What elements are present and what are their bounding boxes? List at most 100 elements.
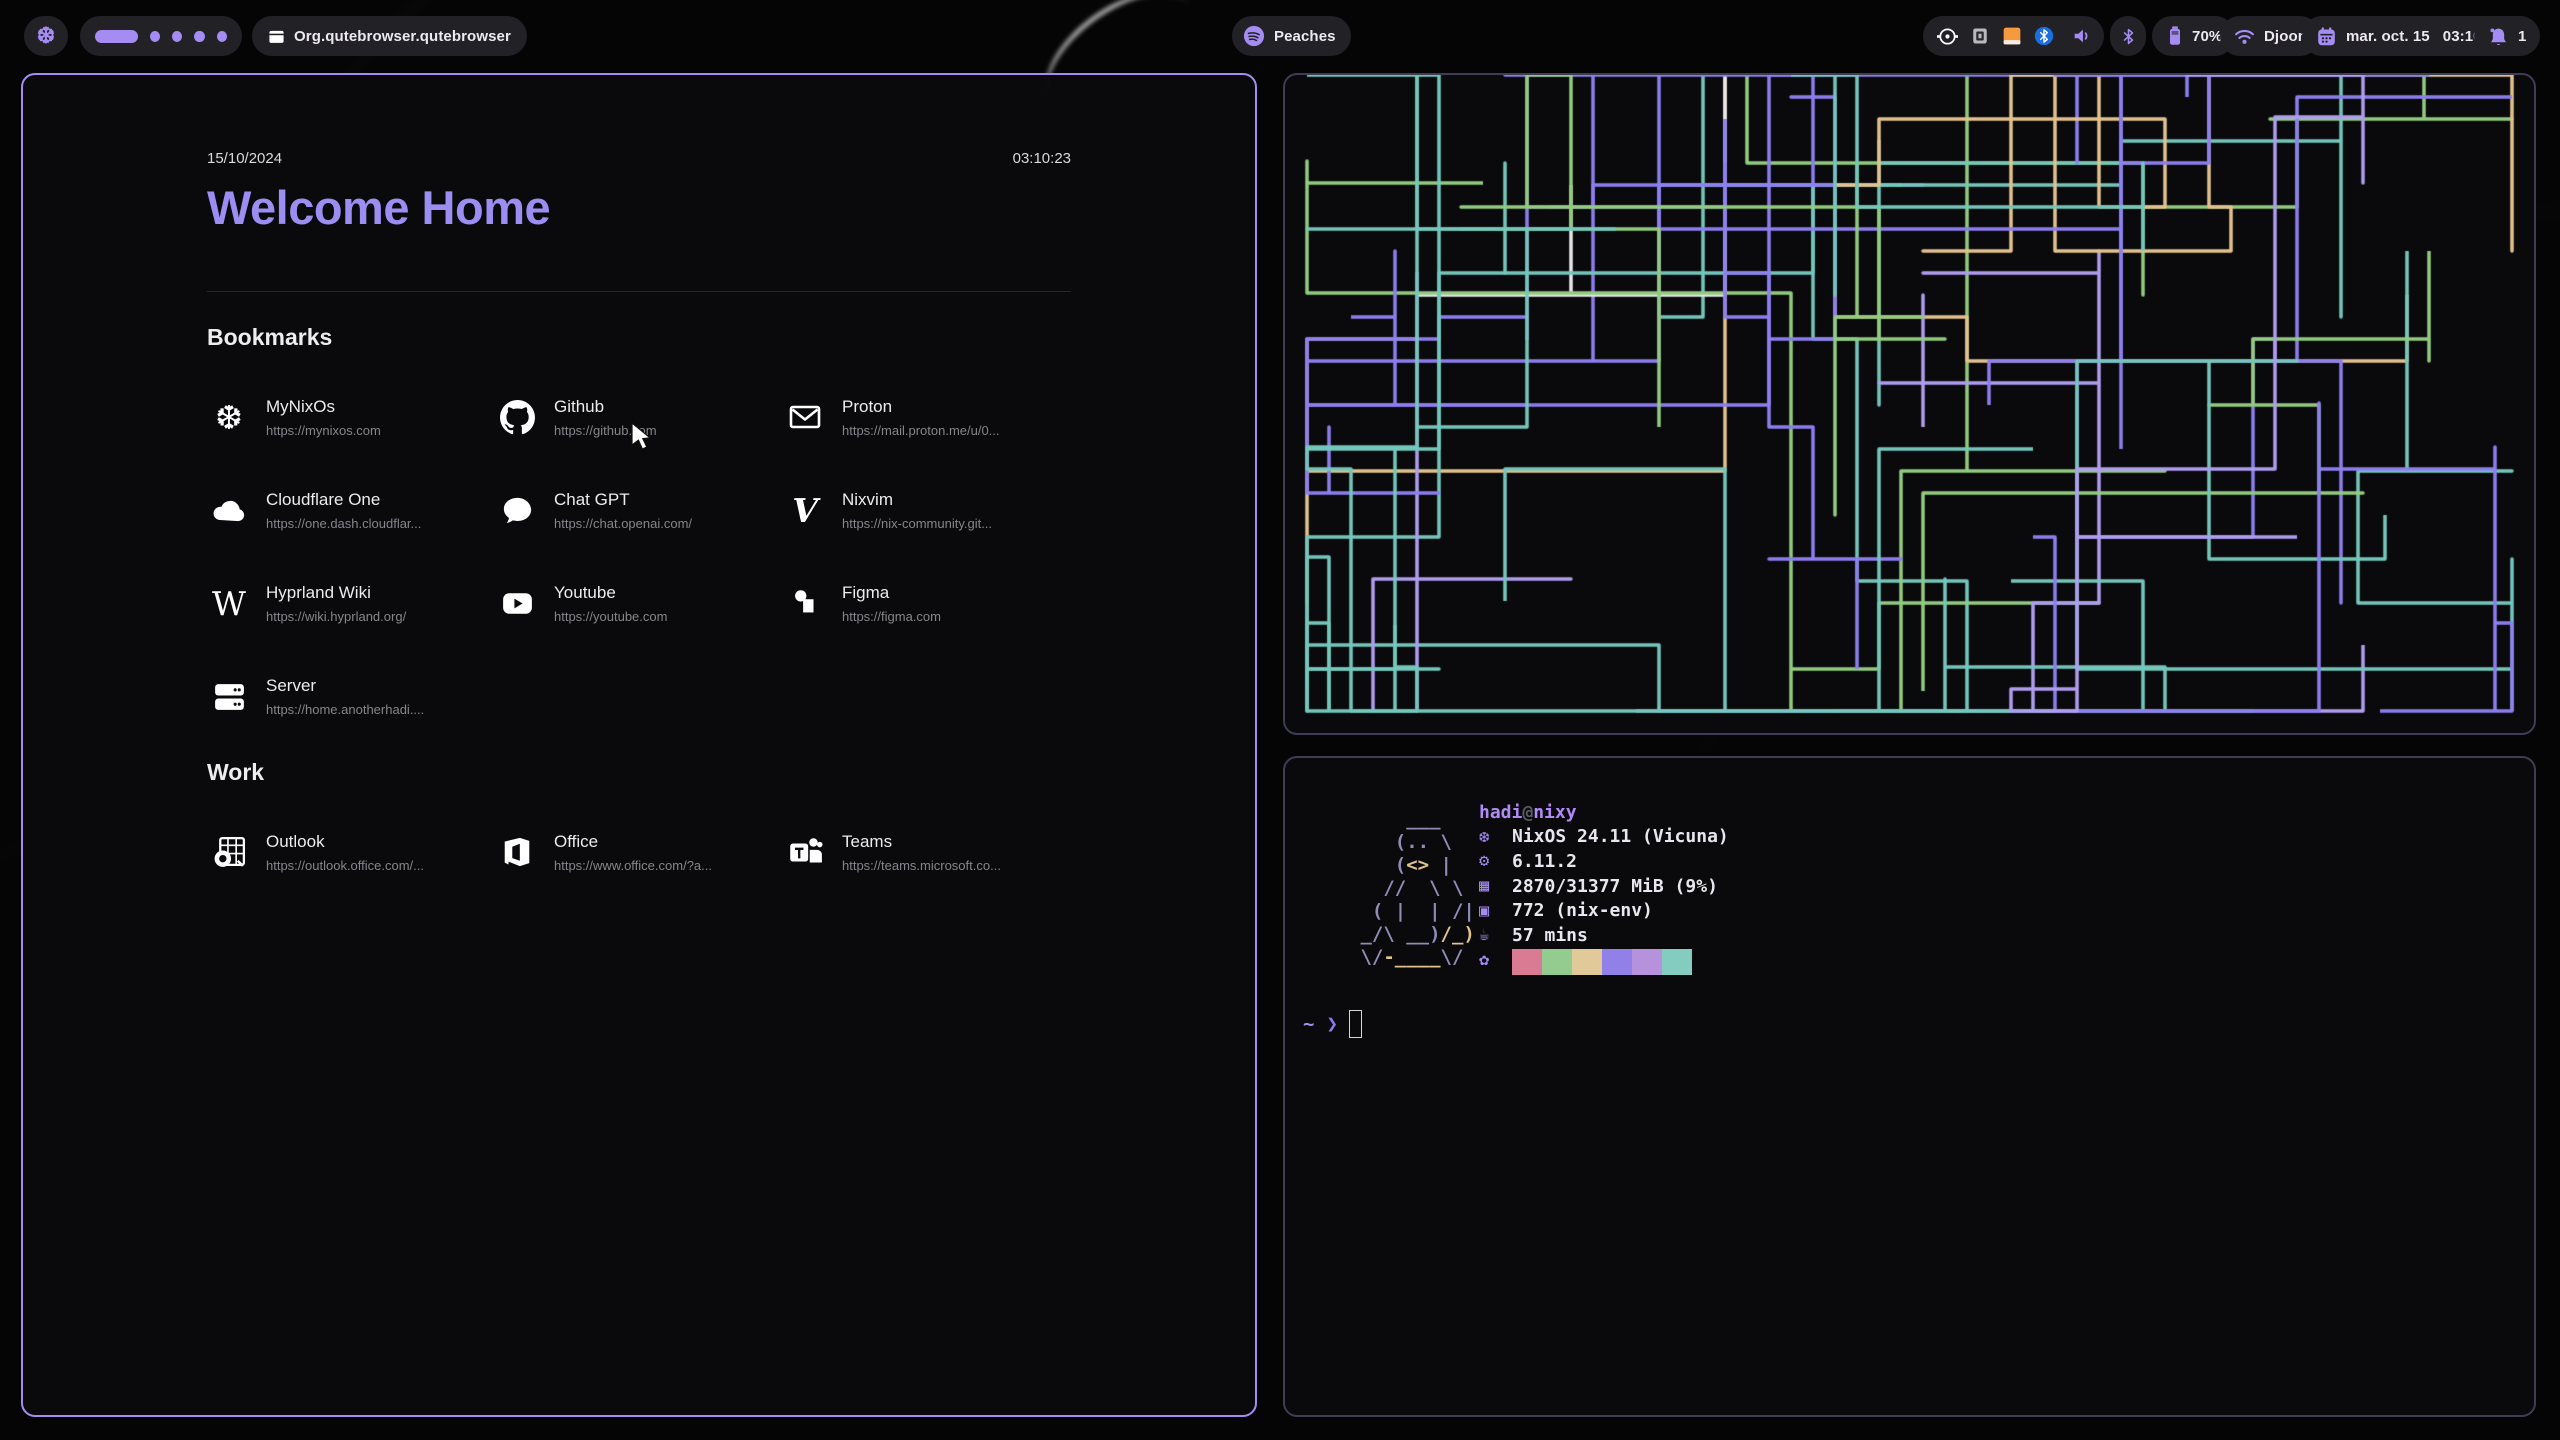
workspace-4[interactable]: [194, 31, 204, 42]
battery-icon: [2165, 25, 2185, 47]
kernel-icon: ⚙: [1479, 851, 1512, 871]
youtube-icon: [495, 581, 539, 625]
bookmark-item[interactable]: Cloudflare One https://one.dash.cloudfla…: [207, 488, 495, 541]
bookmark-item[interactable]: W Hyprland Wiki https://wiki.hyprland.or…: [207, 581, 495, 634]
bookmark-url: https://outlook.office.com/...: [266, 858, 424, 873]
bookmark-title: Teams: [842, 830, 1001, 852]
teams-icon: [783, 830, 827, 874]
focused-window-title: Org.qutebrowser.qutebrowser: [252, 16, 527, 56]
nixos-logo-icon: ❆: [37, 25, 56, 47]
bookmark-title: Chat GPT: [554, 488, 692, 510]
window-title-label: Org.qutebrowser.qutebrowser: [294, 28, 511, 45]
page-title: Welcome Home: [207, 181, 1071, 235]
wikipedia-icon: W: [207, 581, 251, 625]
fastfetch-kernel-row: ⚙6.11.2: [1479, 849, 1729, 874]
workspace-5[interactable]: [217, 31, 227, 42]
launcher-button[interactable]: ❆: [24, 16, 68, 56]
clock-date: mar. oct. 15: [2346, 28, 2430, 45]
shell-prompt: ~ ❯: [1303, 1010, 1362, 1038]
fastfetch-memory-row: ▦2870/31377 MiB (9%): [1479, 874, 1729, 899]
speaker-icon: [2071, 25, 2093, 47]
bookmark-title: Github: [554, 395, 657, 417]
bookmark-item[interactable]: V Nixvim https://nix-community.git...: [783, 488, 1071, 541]
section-label: Bookmarks: [207, 324, 1071, 351]
uptime-icon: ☕: [1479, 925, 1512, 945]
media-track-label: Peaches: [1274, 28, 1336, 45]
prompt-symbol: ❯: [1326, 1013, 1337, 1035]
bookmark-title: MyNixOs: [266, 395, 381, 417]
bookmark-url: https://figma.com: [842, 609, 941, 624]
desktop: ❆ Org.qutebrowser.qutebrowser Peaches 70…: [0, 0, 2560, 1440]
mouse-cursor: [630, 423, 656, 451]
bookmark-url: https://nix-community.git...: [842, 516, 992, 531]
notification-count: 1: [2518, 28, 2526, 45]
bookmark-item[interactable]: Server https://home.anotherhadi....: [207, 674, 495, 727]
square-app-icon[interactable]: [1969, 26, 1990, 47]
terminal-cursor: [1349, 1010, 1362, 1038]
vim-icon: V: [783, 488, 827, 532]
bell-icon: [2488, 26, 2509, 47]
fastfetch-nixos-row: ❆NixOS 24.11 (Vicuna): [1479, 825, 1729, 850]
palette-swatch: [1602, 949, 1632, 975]
bluetooth-widget[interactable]: [2110, 16, 2146, 56]
bookmark-item[interactable]: Figma https://figma.com: [783, 581, 1071, 634]
fastfetch-ascii-art: ___ (.. \ (<> | // \ \ ( | | /| _/\ __)/…: [1349, 808, 1475, 969]
fastfetch-packages-row: ▣772 (nix-env): [1479, 898, 1729, 923]
palette-swatch: [1542, 949, 1572, 975]
notifications-widget[interactable]: 1: [2474, 16, 2540, 56]
startpage-date: 15/10/2024: [207, 150, 282, 167]
bookmark-item[interactable]: Youtube https://youtube.com: [495, 581, 783, 634]
palette-swatch: [1572, 949, 1602, 975]
workspace-2[interactable]: [150, 31, 160, 42]
cloud-icon: [207, 488, 251, 532]
calendar-icon: [2316, 26, 2337, 47]
bookmark-title: Server: [266, 674, 424, 696]
palette-icon: ✿: [1479, 950, 1512, 970]
bookmark-title: Outlook: [266, 830, 424, 852]
bookmark-url: https://chat.openai.com/: [554, 516, 692, 531]
wifi-ssid: Djoon: [2264, 28, 2307, 45]
fastfetch-uptime-row: ☕57 mins: [1479, 923, 1729, 948]
bookmark-url: https://home.anotherhadi....: [266, 702, 424, 717]
bookmark-url: https://mynixos.com: [266, 423, 381, 438]
nixos-icon: ❆: [1479, 827, 1512, 847]
bookmark-title: Nixvim: [842, 488, 992, 510]
bookmark-title: Proton: [842, 395, 1000, 417]
fastfetch-user-host: hadi@nixy: [1479, 800, 1729, 825]
battery-percent: 70%: [2192, 28, 2222, 45]
bookmark-url: https://wiki.hyprland.org/: [266, 609, 406, 624]
bookmark-title: Cloudflare One: [266, 488, 421, 510]
bluetooth-badge-icon[interactable]: [2033, 26, 2054, 47]
media-player-widget[interactable]: Peaches: [1232, 16, 1351, 56]
terminal-window[interactable]: ___ (.. \ (<> | // \ \ ( | | /| _/\ __)/…: [1283, 756, 2536, 1417]
github-icon: [495, 395, 539, 439]
volume-widget[interactable]: [2060, 16, 2104, 56]
disc-icon[interactable]: [1937, 26, 1958, 47]
bookmark-title: Figma: [842, 581, 941, 603]
bookmark-item[interactable]: ❆ MyNixOs https://mynixos.com: [207, 395, 495, 448]
bookmark-url: https://mail.proton.me/u/0...: [842, 423, 1000, 438]
window-icon: [268, 28, 285, 45]
orange-app-icon[interactable]: [2001, 26, 2022, 47]
bluetooth-icon: [2119, 27, 2138, 46]
bookmark-item[interactable]: Chat GPT https://chat.openai.com/: [495, 488, 783, 541]
pipes-terminal-window: [1283, 73, 2536, 735]
bookmark-item[interactable]: Teams https://teams.microsoft.co...: [783, 830, 1071, 883]
bookmark-url: https://www.office.com/?a...: [554, 858, 712, 873]
bookmark-item[interactable]: Proton https://mail.proton.me/u/0...: [783, 395, 1071, 448]
palette-swatch: [1662, 949, 1692, 975]
workspaces[interactable]: [80, 16, 242, 56]
bookmark-title: Youtube: [554, 581, 667, 603]
bookmark-item[interactable]: Office https://www.office.com/?a...: [495, 830, 783, 883]
chat-icon: [495, 488, 539, 532]
bookmark-item[interactable]: Outlook https://outlook.office.com/...: [207, 830, 495, 883]
bookmark-url: https://teams.microsoft.co...: [842, 858, 1001, 873]
spotify-icon: [1243, 25, 1265, 47]
workspace-1-active[interactable]: [95, 30, 138, 43]
memory-icon: ▦: [1479, 876, 1512, 896]
nixos-icon: ❆: [207, 395, 251, 439]
qutebrowser-startpage-window: 15/10/2024 03:10:23 Welcome Home Bookmar…: [21, 73, 1257, 1417]
workspace-3[interactable]: [172, 31, 182, 42]
divider: [207, 291, 1071, 292]
prompt-path: ~: [1303, 1013, 1314, 1035]
